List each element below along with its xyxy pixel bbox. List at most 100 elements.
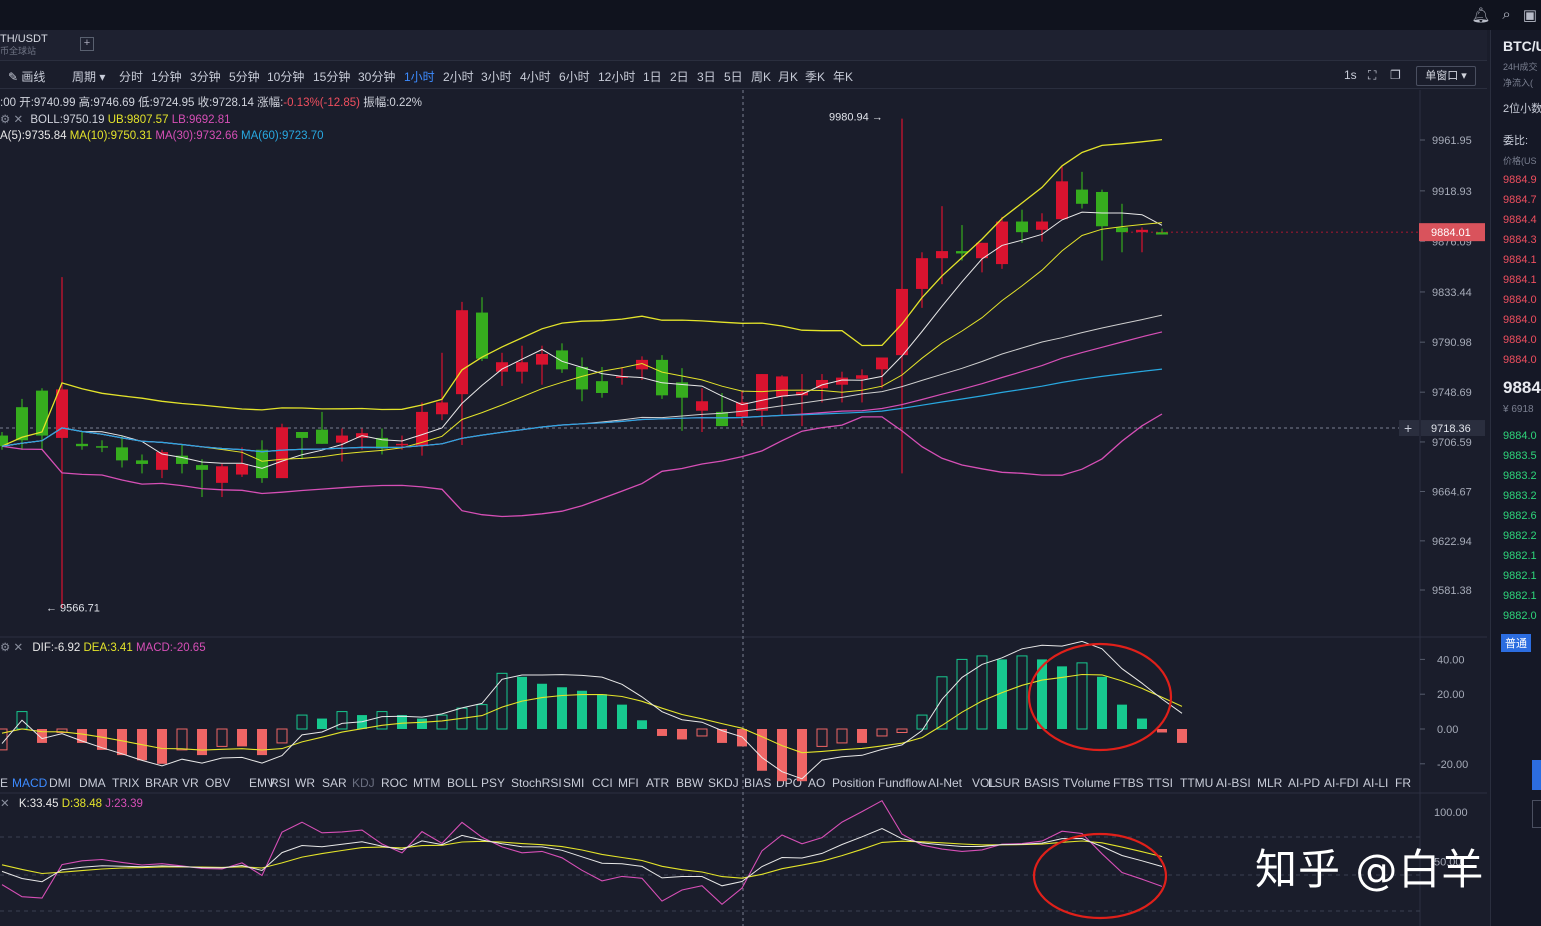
macd-tick-label: -20.00: [1437, 759, 1468, 771]
macd-tick-label: 20.00: [1437, 689, 1465, 701]
candle-body: [256, 449, 268, 479]
bid-price[interactable]: 9882.6: [1503, 510, 1537, 522]
price-tick-label: 9581.38: [1432, 585, 1472, 597]
candle-body: [596, 381, 608, 393]
macd-bar: [637, 720, 647, 729]
candle-body: [16, 407, 28, 441]
price-tick-label: 9918.93: [1432, 186, 1472, 198]
price-tick-label: 9748.69: [1432, 387, 1472, 399]
price-tick-label: 9790.98: [1432, 337, 1472, 349]
macd-bar: [257, 729, 267, 756]
price-tick-label: 9961.95: [1432, 135, 1472, 147]
candle-body: [136, 460, 148, 464]
candle-body: [696, 401, 708, 411]
last-price-label: 9884.01: [1431, 227, 1471, 239]
macd-bar: [816, 728, 828, 747]
macd-tick-label: 40.00: [1437, 654, 1465, 666]
inflow-label: 净流入(: [1503, 78, 1533, 88]
low-annotation: ← 9566.71: [46, 602, 100, 614]
precision-select[interactable]: 2位小数: [1503, 100, 1541, 116]
bid-price[interactable]: 9882.1: [1503, 570, 1537, 582]
macd-bar: [496, 672, 508, 730]
macd-bar: [696, 728, 708, 737]
bid-price[interactable]: 9883.5: [1503, 450, 1537, 462]
candle-body: [1076, 189, 1088, 204]
candle-body: [1116, 227, 1128, 233]
macd-bar: [417, 718, 427, 729]
macd-bar: [537, 683, 547, 729]
macd-bar: [197, 729, 207, 756]
candle-body: [436, 402, 448, 415]
candle-body: [1016, 221, 1028, 233]
candle-body: [516, 362, 528, 372]
macd-bar: [936, 676, 948, 730]
candle-body: [216, 466, 228, 483]
orderbook-panel: BTC/U 24H成交 净流入( 2位小数 委比: 价格(US 9884.9 98…: [1490, 30, 1541, 926]
side-tab[interactable]: [1532, 760, 1541, 790]
macd-bar: [157, 729, 167, 764]
candle-body: [76, 443, 88, 447]
ask-price[interactable]: 9884.3: [1503, 234, 1537, 246]
candle-body: [236, 463, 248, 475]
candle-body: [336, 435, 348, 443]
bid-price[interactable]: 9883.2: [1503, 470, 1537, 482]
macd-bar: [617, 704, 627, 729]
candle-body: [116, 447, 128, 461]
last-price: 9884: [1503, 378, 1541, 397]
candle-body: [316, 429, 328, 444]
kdj-tick-label: 100.00: [1434, 807, 1468, 819]
ask-price[interactable]: 9884.1: [1503, 274, 1537, 286]
candle-body: [556, 350, 568, 370]
kdj-d-line: [1, 840, 1163, 879]
macd-bar: [1157, 729, 1167, 733]
candle-body: [296, 432, 308, 438]
ask-price[interactable]: 9884.4: [1503, 214, 1537, 226]
macd-bar: [1057, 666, 1067, 729]
candle-body: [856, 375, 868, 379]
ask-price[interactable]: 9884.0: [1503, 314, 1537, 326]
ask-price[interactable]: 9884.0: [1503, 294, 1537, 306]
ask-price[interactable]: 9884.9: [1503, 174, 1537, 186]
candle-body: [476, 312, 488, 359]
ask-price[interactable]: 9884.7: [1503, 194, 1537, 206]
ask-price[interactable]: 9884.1: [1503, 254, 1537, 266]
candle-body: [1036, 221, 1048, 230]
price-col-label: 价格(US: [1503, 156, 1537, 166]
vol-label: 24H成交: [1503, 62, 1538, 72]
last-price-cny: ¥ 6918: [1503, 404, 1534, 415]
macd-bar: [397, 715, 407, 729]
macd-bar: [336, 711, 348, 730]
macd-bar: [797, 729, 807, 782]
watermark: 知乎 @白羊: [1255, 845, 1485, 894]
bid-price[interactable]: 9882.1: [1503, 550, 1537, 562]
macd-bar: [577, 690, 587, 729]
candle-body: [996, 221, 1008, 265]
ask-price[interactable]: 9884.0: [1503, 354, 1537, 366]
macd-bar: [296, 714, 308, 730]
price-tick-label: 9622.94: [1432, 536, 1472, 548]
macd-bar: [557, 687, 567, 729]
ask-price[interactable]: 9884.0: [1503, 334, 1537, 346]
bid-price[interactable]: 9882.1: [1503, 590, 1537, 602]
macd-bar: [517, 676, 527, 729]
bid-price[interactable]: 9883.2: [1503, 490, 1537, 502]
side-tab-2[interactable]: [1532, 800, 1541, 828]
bid-price[interactable]: 9882.2: [1503, 530, 1537, 542]
normal-button[interactable]: 普通: [1501, 634, 1531, 652]
macd-bar: [436, 714, 448, 730]
search-icon[interactable]: ⌕: [1502, 6, 1510, 24]
candle-body: [1096, 191, 1108, 227]
macd-bar: [1016, 655, 1028, 730]
candle-body: [196, 465, 208, 470]
bell-icon[interactable]: 🔔︎: [1471, 6, 1490, 24]
crosshair-plus-icon: +: [1404, 420, 1412, 436]
bid-price[interactable]: 9884.0: [1503, 430, 1537, 442]
macd-bar: [597, 694, 607, 729]
macd-bar: [1137, 718, 1147, 729]
kdj-circle-annotation: [1032, 832, 1168, 920]
ratio-label: 委比:: [1503, 135, 1529, 147]
window-icon[interactable]: ▣: [1523, 6, 1537, 24]
price-tick-label: 9706.59: [1432, 437, 1472, 449]
bid-price[interactable]: 9882.0: [1503, 610, 1537, 622]
candle-body: [576, 366, 588, 390]
